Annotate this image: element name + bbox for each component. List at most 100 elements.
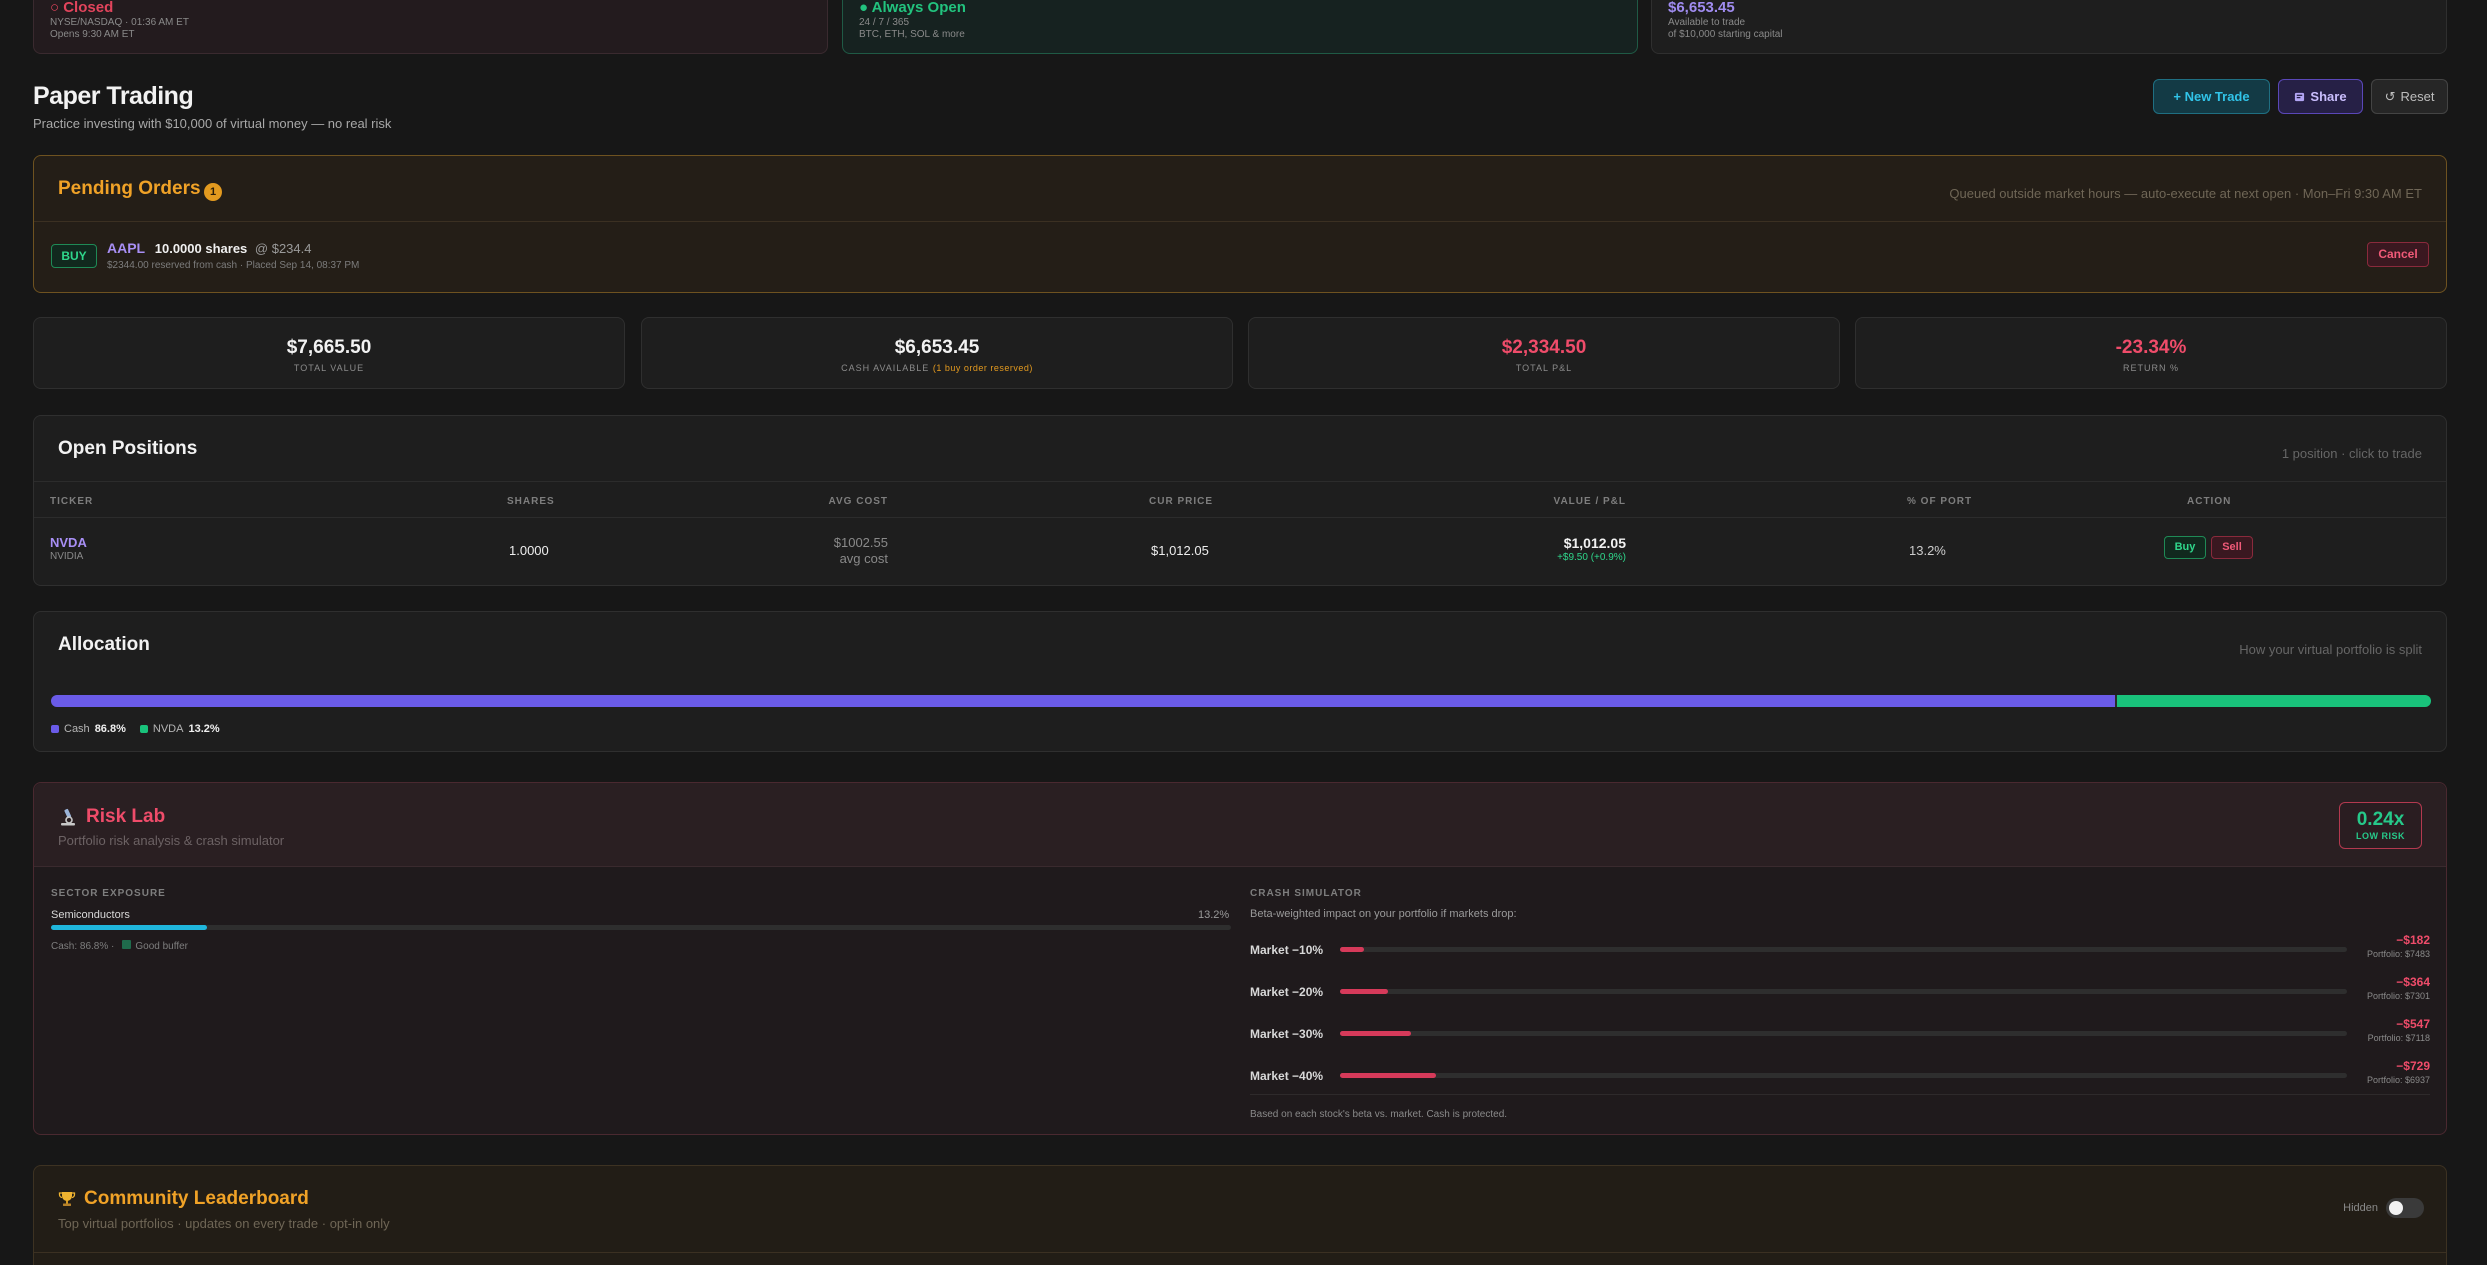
pending-order-summary[interactable]: AAPL 10.0000 shares @ $234.4	[107, 240, 311, 256]
crash-scenario-loss: −$547	[2396, 1017, 2430, 1031]
risk-lab-subtitle: Portfolio risk analysis & crash simulato…	[58, 833, 285, 848]
allocation-bar	[51, 695, 2431, 707]
leaderboard-visibility-toggle[interactable]	[2386, 1198, 2424, 1218]
total-value-label: Total Value	[293, 363, 365, 373]
new-trade-button[interactable]: + New Trade	[2153, 79, 2270, 114]
sector-exposure-label: SECTOR EXPOSURE	[51, 888, 166, 899]
crypto-market-status: ● Always Open	[859, 0, 966, 16]
reset-button[interactable]: ↺ Reset	[2371, 79, 2448, 114]
crash-scenario-loss: −$364	[2396, 975, 2430, 989]
cash-available-label: Cash Available (1 buy order reserved)	[642, 363, 1232, 373]
risk-lab-title: Risk Lab	[58, 806, 165, 828]
microscope-icon	[61, 808, 75, 826]
portfolio-beta-badge: 0.24x LOW RISK	[2339, 802, 2422, 849]
position-buy-button[interactable]: Buy	[2164, 536, 2206, 559]
crash-impact-bar	[1340, 1073, 2347, 1078]
share-button-label: Share	[2310, 89, 2347, 104]
crash-simulator-label: CRASH SIMULATOR	[1250, 888, 1362, 899]
pending-orders-title: Pending Orders	[58, 178, 201, 199]
crash-scenario-name: Market −40%	[1250, 1069, 1324, 1083]
crash-simulator-description: Beta-weighted impact on your portfolio i…	[1250, 908, 1517, 920]
allocation-segment-cash	[51, 695, 2116, 707]
share-button[interactable]: Share	[2278, 79, 2363, 114]
risk-level: LOW RISK	[2356, 831, 2405, 841]
legend-swatch-cash	[51, 725, 59, 733]
crash-scenario-name: Market −30%	[1250, 1027, 1324, 1041]
leaderboard-title-text: Community Leaderboard	[84, 1188, 309, 1209]
crypto-market-hours: 24 / 7 / 365	[859, 17, 910, 28]
pending-orders-count-badge: 1	[204, 183, 222, 201]
stock-market-status-card: ○ Closed NYSE/NASDAQ · 01:36 AM ET Opens…	[33, 0, 828, 54]
column-header-ticker: TICKER	[50, 496, 94, 507]
cash-available-label: Available to trade	[1668, 17, 1746, 28]
pending-orders-panel: Pending Orders 1 Queued outside market h…	[33, 155, 2447, 293]
reset-icon: ↺	[2384, 88, 2396, 104]
reset-button-label: Reset	[2400, 89, 2435, 104]
column-header-pct-port: % OF PORT	[1907, 496, 1973, 507]
legend-value-cash: 86.8%	[94, 723, 126, 735]
pending-orders-note: Queued outside market hours — auto-execu…	[1949, 186, 2422, 201]
toggle-knob	[2389, 1201, 2403, 1215]
sector-pct: 13.2%	[1198, 909, 1230, 921]
share-icon	[2295, 92, 2305, 102]
trophy-icon	[58, 1192, 76, 1206]
crash-scenario-name: Market −20%	[1250, 985, 1324, 999]
leaderboard-title: Community Leaderboard	[58, 1188, 309, 1210]
sector-footnote: Cash: 86.8% · Good buffer	[51, 940, 188, 952]
crypto-market-status-card: ● Always Open 24 / 7 / 365 BTC, ETH, SOL…	[842, 0, 1638, 54]
stat-total-value: $7,665.50 Total Value	[33, 317, 625, 389]
leaderboard-visibility-label: Hidden	[2343, 1202, 2378, 1214]
leaderboard-subtitle: Top virtual portfolios · updates on ever…	[58, 1216, 390, 1231]
crash-impact-bar	[1340, 1031, 2347, 1036]
position-pnl: +$9.50 (+0.9%)	[1557, 552, 1626, 563]
legend-label-nvda: NVDA	[152, 723, 184, 735]
order-ticker: AAPL	[107, 240, 146, 256]
stat-return-pct: -23.34% Return %	[1855, 317, 2447, 389]
buffer-label: Good buffer	[135, 941, 189, 952]
crash-simulator-note: Based on each stock's beta vs. market. C…	[1250, 1109, 1508, 1120]
position-ticker: NVDA	[50, 535, 87, 550]
allocation-segment-nvda	[2117, 695, 2431, 707]
risk-lab-panel: Risk Lab Portfolio risk analysis & crash…	[33, 782, 2447, 1135]
page-title: Paper Trading	[33, 82, 194, 110]
crash-scenario-loss: −$729	[2396, 1059, 2430, 1073]
open-positions-header: Open Positions 1 position · click to tra…	[34, 416, 2446, 482]
crash-impact-bar	[1340, 989, 2347, 994]
crash-impact-bar	[1340, 947, 2347, 952]
buffer-swatch	[122, 940, 132, 949]
buffer-indicator: Good buffer	[122, 940, 188, 952]
position-cur-price: $1,012.05	[1151, 543, 1209, 558]
allocation-note: How your virtual portfolio is split	[2239, 642, 2422, 657]
position-value: $1,012.05	[1563, 535, 1626, 551]
crash-impact-fill	[1340, 1031, 1412, 1036]
order-detail: $2344.00 reserved from cash · Placed Sep…	[107, 260, 360, 271]
sector-exposure-fill	[51, 925, 207, 930]
position-sell-button[interactable]: Sell	[2211, 536, 2253, 559]
open-positions-title: Open Positions	[58, 438, 198, 459]
crash-scenario-row: Market −10% −$182 Portfolio: $7483	[1250, 933, 2430, 969]
order-price: @ $234.4	[254, 241, 312, 256]
position-avg-cost-label: avg cost	[839, 551, 888, 566]
total-pnl-label: Total P&L	[1515, 363, 1573, 373]
column-header-cur-price: CUR PRICE	[1149, 496, 1214, 507]
crash-scenario-loss: −$182	[2396, 933, 2430, 947]
risk-lab-header: Risk Lab Portfolio risk analysis & crash…	[34, 783, 2446, 867]
position-name: NVIDIA	[50, 551, 84, 562]
crash-scenario-portfolio: Portfolio: $7301	[2366, 991, 2430, 1001]
cash-reserved-note: (1 buy order reserved)	[932, 363, 1033, 373]
cash-starting-capital: of $10,000 starting capital	[1668, 29, 1783, 40]
legend-value-nvda: 13.2%	[188, 723, 220, 735]
order-side-badge: BUY	[51, 244, 97, 268]
open-positions-panel: Open Positions 1 position · click to tra…	[33, 415, 2447, 586]
crash-impact-fill	[1340, 989, 1389, 994]
position-shares: 1.0000	[509, 543, 549, 558]
cash-available-label-text: Cash Available	[841, 363, 930, 373]
cancel-order-button[interactable]: Cancel	[2367, 242, 2429, 267]
table-row[interactable]: NVDA NVIDIA 1.0000 $1002.55 avg cost $1,…	[34, 518, 2446, 586]
crash-scenario-portfolio: Portfolio: $6937	[2366, 1075, 2430, 1085]
crash-scenario-row: Market −30% −$547 Portfolio: $7118	[1250, 1017, 2430, 1053]
crash-scenario-portfolio: Portfolio: $7118	[2367, 1033, 2430, 1043]
column-header-shares: SHARES	[507, 496, 555, 507]
open-positions-note: 1 position · click to trade	[2281, 446, 2422, 461]
legend-item-nvda: NVDA 13.2%	[139, 723, 220, 735]
